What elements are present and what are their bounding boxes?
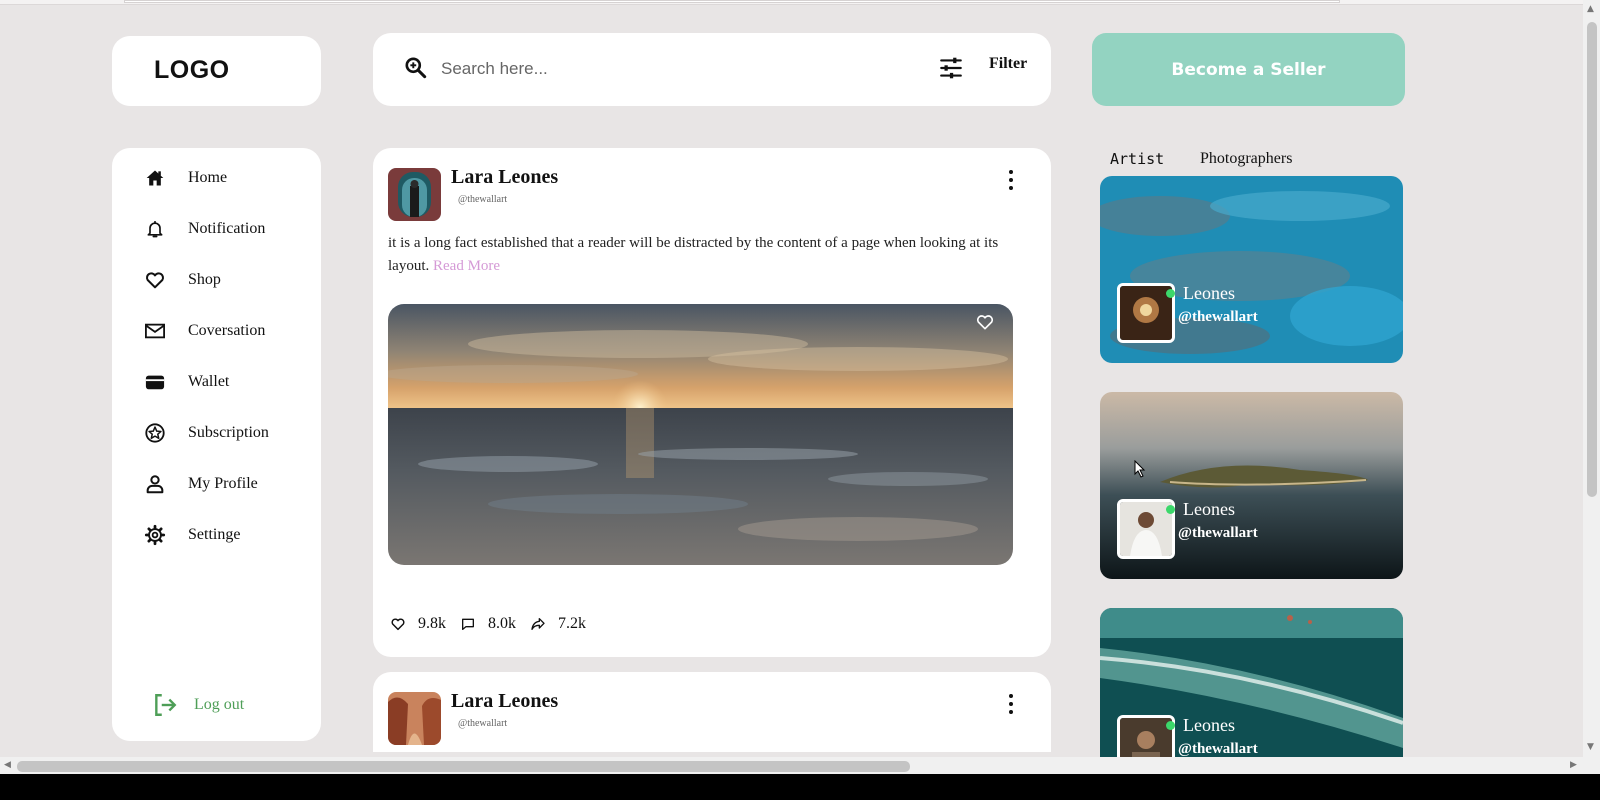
artist-name: Leones (1183, 715, 1235, 735)
author-name[interactable]: Lara Leones (451, 166, 558, 189)
mouse-cursor-icon (1134, 460, 1146, 478)
horizontal-scrollbar[interactable]: ◀ ▶ (0, 757, 1600, 774)
user-icon (144, 473, 166, 495)
like-image-icon[interactable] (975, 312, 995, 332)
artist-avatar (1117, 715, 1175, 757)
logout-icon (155, 694, 177, 716)
home-icon (144, 167, 166, 189)
feed-post: Lara Leones @thewallart (373, 672, 1051, 752)
filter-button[interactable]: Filter (989, 55, 1027, 73)
wallet-icon (144, 371, 166, 393)
sidebar-item-label: Shop (188, 271, 221, 288)
logo-text: LOGO (154, 56, 230, 84)
filter-sliders-icon[interactable] (938, 55, 964, 81)
search-input[interactable] (441, 55, 881, 83)
sidebar-item-my-profile[interactable]: My Profile (144, 473, 258, 495)
sidebar-item-label: Settinge (188, 526, 241, 543)
scroll-up-icon[interactable]: ▲ (1587, 4, 1594, 14)
read-more-link[interactable]: Read More (433, 258, 500, 274)
artist-handle: @thewallart (1178, 525, 1258, 541)
feed-post: Lara Leones @thewallart it is a long fac… (373, 148, 1051, 657)
logout-label: Log out (194, 696, 245, 713)
sidebar-item-subscription[interactable]: Subscription (144, 422, 269, 444)
artist-card[interactable]: Leones @thewallart (1100, 392, 1403, 579)
search-bar: Filter (373, 33, 1051, 106)
artist-name: Leones (1183, 499, 1235, 519)
artist-name: Leones (1183, 283, 1235, 303)
sidebar-item-shop[interactable]: Shop (144, 269, 221, 291)
more-options-icon[interactable] (1007, 694, 1015, 714)
post-image[interactable] (388, 304, 1013, 565)
online-status-dot (1166, 289, 1175, 298)
sidebar-item-label: Notification (188, 220, 266, 237)
bell-icon (144, 218, 166, 240)
post-stats: 9.8k 8.0k 7.2k (390, 615, 600, 633)
gear-icon (144, 524, 166, 546)
comments-count: 8.0k (488, 615, 516, 632)
logo-card[interactable]: LOGO (112, 36, 321, 106)
author-avatar[interactable] (388, 692, 441, 745)
author-handle: @thewallart (458, 718, 508, 729)
author-avatar[interactable] (388, 168, 441, 221)
vertical-scroll-thumb[interactable] (1587, 22, 1597, 497)
tab-photographers[interactable]: Photographers (1200, 150, 1292, 168)
mail-icon (144, 320, 166, 342)
sidebar-item-label: My Profile (188, 475, 258, 492)
sidebar-item-label: Coversation (188, 322, 266, 339)
tab-artist[interactable]: Artist (1110, 150, 1164, 168)
heart-icon (144, 269, 166, 291)
artist-handle: @thewallart (1178, 741, 1258, 757)
comment-icon[interactable] (460, 616, 476, 632)
scroll-down-icon[interactable]: ▼ (1587, 742, 1594, 752)
sidebar-item-home[interactable]: Home (144, 167, 227, 189)
screen-bottom-bar (0, 774, 1600, 800)
browser-top-strip (0, 0, 1600, 5)
sidebar-item-label: Subscription (188, 424, 269, 441)
horizontal-scroll-thumb[interactable] (17, 761, 910, 772)
sidebar-item-label: Wallet (188, 373, 230, 390)
artist-card[interactable]: Leones @thewallart (1100, 176, 1403, 363)
scroll-left-icon[interactable]: ◀ (4, 760, 11, 770)
top-scroll-thumb (124, 0, 1340, 3)
scroll-right-icon[interactable]: ▶ (1570, 760, 1577, 770)
author-name[interactable]: Lara Leones (451, 690, 558, 713)
sidebar-item-conversation[interactable]: Coversation (144, 320, 265, 342)
post-text: it is a long fact established that a rea… (388, 232, 1008, 278)
shares-count: 7.2k (558, 615, 586, 632)
online-status-dot (1166, 505, 1175, 514)
artist-card[interactable]: Leones @thewallart (1100, 608, 1403, 757)
vertical-scrollbar[interactable]: ▲ ▼ (1583, 0, 1600, 760)
sidebar: Home Notification Shop Coversation Walle… (112, 148, 321, 741)
sidebar-item-settings[interactable]: Settinge (144, 524, 240, 546)
search-icon[interactable] (403, 55, 429, 81)
author-handle: @thewallart (458, 194, 508, 205)
likes-count: 9.8k (418, 615, 446, 632)
like-icon[interactable] (390, 616, 406, 632)
sidebar-item-wallet[interactable]: Wallet (144, 371, 229, 393)
logout-button[interactable]: Log out (152, 692, 244, 718)
more-options-icon[interactable] (1007, 170, 1015, 190)
share-icon[interactable] (530, 616, 546, 632)
sidebar-item-label: Home (188, 169, 228, 186)
online-status-dot (1166, 721, 1175, 730)
artist-handle: @thewallart (1178, 309, 1258, 325)
star-circle-icon (144, 422, 166, 444)
become-seller-button[interactable]: Become a Seller (1092, 33, 1405, 106)
sidebar-item-notification[interactable]: Notification (144, 218, 265, 240)
